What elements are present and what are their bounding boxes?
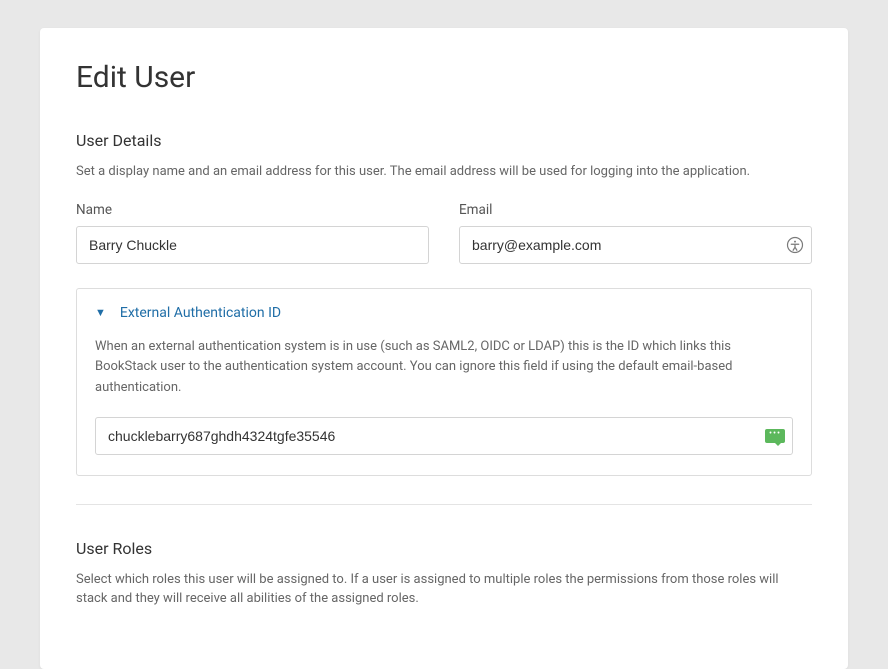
external-auth-description: When an external authentication system i… — [95, 337, 793, 399]
email-label: Email — [459, 202, 812, 218]
external-auth-title: External Authentication ID — [120, 305, 281, 321]
name-field-group: Name — [76, 202, 429, 264]
email-input[interactable] — [459, 226, 812, 264]
page-title: Edit User — [76, 60, 812, 95]
accessibility-icon — [786, 236, 804, 254]
password-manager-badge-icon: ••• — [765, 429, 785, 443]
email-input-wrap — [459, 226, 812, 264]
disclosure-triangle-icon: ▼ — [95, 306, 106, 319]
user-details-form-row: Name Email — [76, 202, 812, 264]
user-roles-description: Select which roles this user will be ass… — [76, 570, 812, 609]
email-field-group: Email — [459, 202, 812, 264]
name-label: Name — [76, 202, 429, 218]
external-auth-toggle[interactable]: ▼ External Authentication ID — [95, 305, 793, 321]
user-details-heading: User Details — [76, 131, 812, 150]
external-auth-input[interactable] — [95, 417, 793, 455]
name-input[interactable] — [76, 226, 429, 264]
section-divider — [76, 504, 812, 505]
external-auth-input-wrap: ••• — [95, 417, 793, 455]
user-details-description: Set a display name and an email address … — [76, 162, 812, 182]
edit-user-card: Edit User User Details Set a display nam… — [40, 28, 848, 669]
name-input-wrap — [76, 226, 429, 264]
external-auth-box: ▼ External Authentication ID When an ext… — [76, 288, 812, 476]
user-roles-heading: User Roles — [76, 539, 812, 558]
